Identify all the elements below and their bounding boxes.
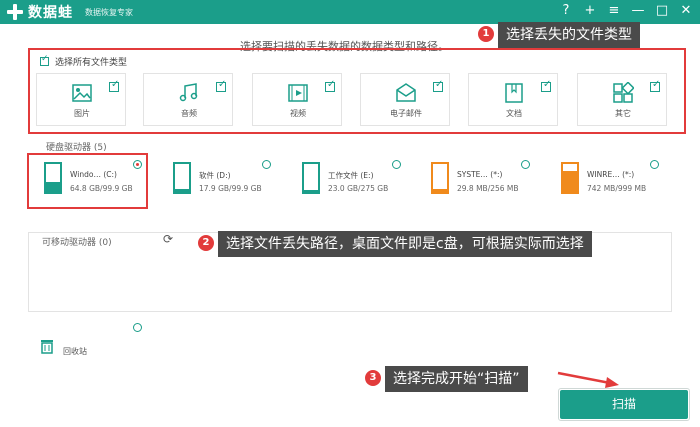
file-type-checkbox[interactable] — [109, 79, 119, 92]
recycle-radio[interactable] — [133, 323, 142, 332]
file-type-label: 文档 — [506, 109, 522, 118]
drive-size: 17.9 GB/99.9 GB — [199, 184, 262, 193]
title-bar: 数据蛙 数据恢复专家 ? + ≡ — □ ✕ — [0, 0, 700, 24]
select-all-file-types[interactable]: 选择所有文件类型 — [40, 54, 128, 68]
file-type-label: 电子邮件 — [390, 109, 422, 118]
file-type-card-other[interactable]: 其它 — [577, 73, 667, 126]
drive-name: WINRE… (*:) — [587, 170, 635, 179]
removable-drives-title: 可移动驱动器 (0) — [42, 238, 112, 248]
app-subtitle: 数据恢复专家 — [85, 7, 133, 17]
maximize-icon[interactable]: □ — [654, 3, 670, 19]
file-type-checkbox[interactable] — [325, 79, 335, 92]
drive-name: SYSTE… (*:) — [457, 170, 503, 179]
callout-start-scan: 选择完成开始“扫描” — [385, 366, 528, 392]
mail-icon — [396, 83, 416, 102]
callout-number-badge: 3 — [365, 370, 381, 386]
recycle-bin-label: 回收站 — [63, 347, 87, 356]
file-type-card-document[interactable]: 文档 — [468, 73, 558, 126]
app-name: 数据蛙 — [28, 5, 73, 21]
plus-icon[interactable]: + — [582, 3, 598, 19]
help-icon[interactable]: ? — [558, 3, 574, 19]
drive-name: Windo… (C:) — [70, 170, 117, 179]
document-icon — [505, 83, 523, 103]
menu-icon[interactable]: ≡ — [606, 3, 622, 19]
drive-radio-system[interactable] — [521, 160, 530, 169]
callout-select-file-types: 选择丢失的文件类型 — [498, 22, 640, 48]
file-type-card-image[interactable]: 图片 — [36, 73, 126, 126]
drive-radio-winre[interactable] — [650, 160, 659, 169]
file-type-label: 图片 — [74, 109, 90, 118]
image-icon — [72, 84, 92, 102]
drive-item-c[interactable]: Windo… (C:) 64.8 GB/99.9 GB — [44, 158, 164, 202]
drive-size: 29.8 MB/256 MB — [457, 184, 519, 193]
drive-item-system[interactable]: SYSTE… (*:) 29.8 MB/256 MB — [431, 158, 551, 202]
drive-radio-d[interactable] — [262, 160, 271, 169]
drive-icon — [44, 162, 62, 194]
drive-name: 软件 (D:) — [199, 171, 231, 180]
file-type-card-audio[interactable]: 音频 — [143, 73, 233, 126]
drive-size: 23.0 GB/275 GB — [328, 184, 389, 193]
drive-radio-c[interactable] — [133, 160, 142, 169]
callout-number-badge: 2 — [198, 235, 214, 251]
scan-button[interactable]: 扫描 — [560, 390, 688, 419]
file-type-label: 其它 — [615, 109, 631, 118]
trash-icon[interactable] — [40, 338, 54, 354]
close-icon[interactable]: ✕ — [678, 3, 694, 19]
callout-number-badge: 1 — [478, 26, 494, 42]
file-type-label: 视频 — [290, 109, 306, 118]
drive-size: 64.8 GB/99.9 GB — [70, 184, 133, 193]
file-type-checkbox[interactable] — [541, 79, 551, 92]
minimize-icon[interactable]: — — [630, 3, 646, 19]
drive-size: 742 MB/999 MB — [587, 184, 647, 193]
drive-icon — [431, 162, 449, 194]
drive-item-d[interactable]: 软件 (D:) 17.9 GB/99.9 GB — [173, 158, 293, 202]
file-type-label: 音频 — [181, 109, 197, 118]
file-type-checkbox[interactable] — [650, 79, 660, 92]
drive-icon — [173, 162, 191, 194]
drive-icon — [302, 162, 320, 194]
drive-name: 工作文件 (E:) — [328, 171, 374, 180]
file-type-card-video[interactable]: 视频 — [252, 73, 342, 126]
refresh-icon[interactable]: ⟳ — [163, 233, 175, 245]
drive-item-winre[interactable]: WINRE… (*:) 742 MB/999 MB — [561, 158, 681, 202]
drive-item-e[interactable]: 工作文件 (E:) 23.0 GB/275 GB — [302, 158, 422, 202]
video-icon — [288, 84, 308, 102]
file-type-checkbox[interactable] — [433, 79, 443, 92]
arrow-annotation — [557, 371, 619, 388]
app-logo: 数据蛙 — [6, 2, 73, 22]
file-type-card-email[interactable]: 电子邮件 — [360, 73, 450, 126]
hard-drives-title: 硬盘驱动器 (5) — [46, 143, 107, 153]
drive-radio-e[interactable] — [392, 160, 401, 169]
select-all-checkbox[interactable] — [40, 54, 49, 66]
drive-icon — [561, 162, 579, 194]
callout-select-path: 选择文件丢失路径，桌面文件即是c盘，可根据实际而选择 — [218, 231, 592, 257]
music-icon — [179, 83, 198, 102]
app-logo-icon — [6, 3, 24, 21]
select-all-label: 选择所有文件类型 — [55, 58, 128, 68]
window-controls: ? + ≡ — □ ✕ — [558, 3, 694, 19]
other-icon — [613, 82, 634, 103]
file-type-checkbox[interactable] — [216, 79, 226, 92]
